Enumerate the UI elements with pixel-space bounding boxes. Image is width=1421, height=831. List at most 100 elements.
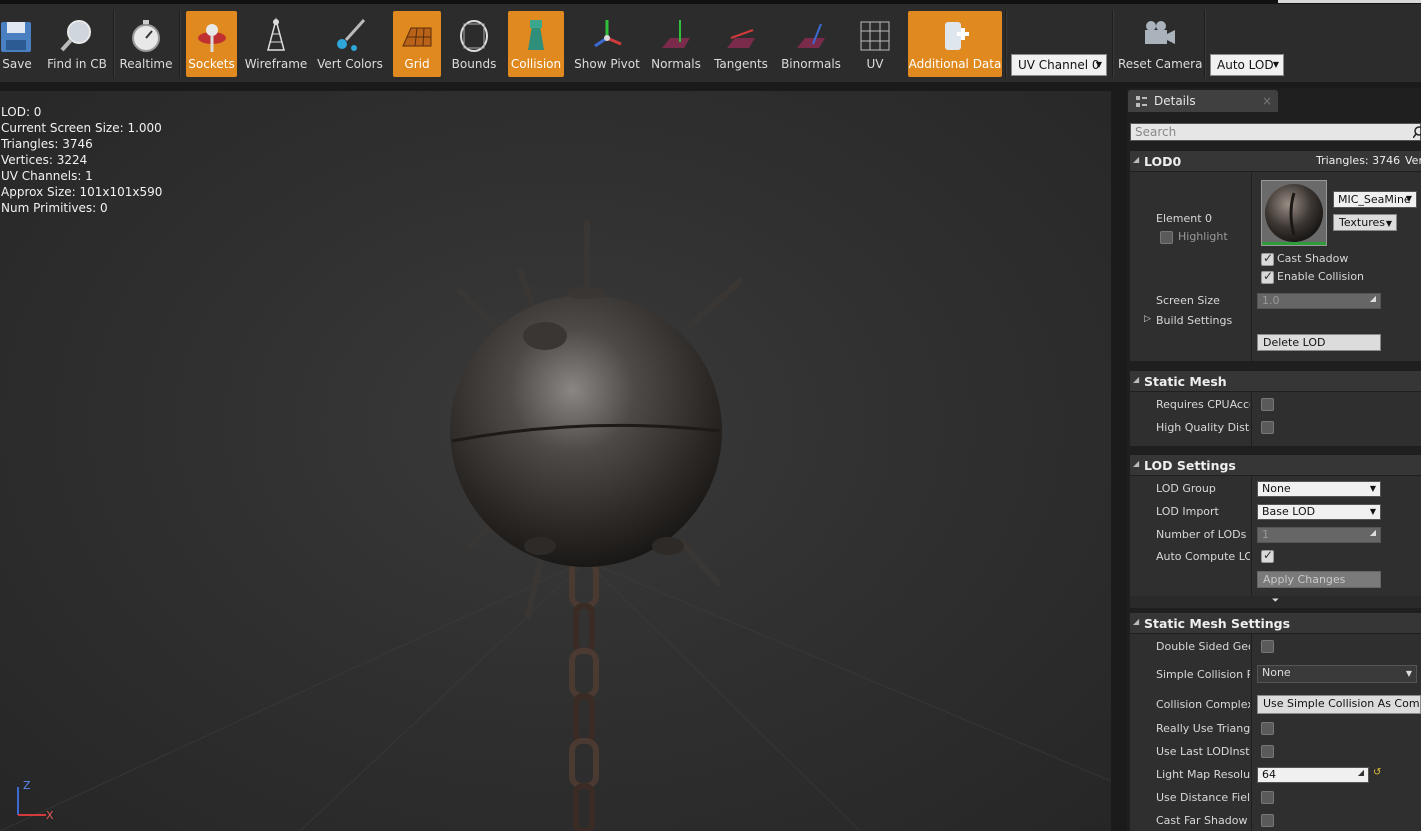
uv-grid-icon [860,21,890,51]
vert-colors-button[interactable]: Vert Colors [316,11,384,77]
axis-x-label: X [46,809,54,822]
screen-size-field[interactable]: 1.0 ◢ [1257,293,1381,309]
textures-dropdown[interactable]: Textures ▼ [1333,214,1397,231]
uv-channel-dropdown[interactable]: UV Channel 0 ▼ [1011,54,1107,76]
number-of-lods-field[interactable]: 1 ◢ [1257,527,1381,543]
use-last-lod-checkbox[interactable] [1261,745,1274,758]
use-last-lod-label: Use Last LODInsteа [1156,745,1250,758]
use-distance-field-checkbox[interactable] [1261,791,1274,804]
stat-lod: LOD: 0 [1,105,42,119]
material-thumbnail[interactable] [1261,180,1327,246]
stat-vertices: Vertices: 3224 [1,153,88,167]
details-panel: Details × Search ◢ LOD0 Triangles: 3746 … [1127,88,1421,831]
stat-triangles: Triangles: 3746 [1,137,93,151]
sockets-button[interactable]: Sockets [186,11,237,77]
uv-button[interactable]: UV [852,11,898,77]
mesh-viewport[interactable]: LOD: 0 Current Screen Size: 1.000 Triang… [0,91,1118,831]
high-quality-distance-checkbox[interactable] [1261,421,1274,434]
material-dropdown[interactable]: MIC_SeaMine ▼ [1333,191,1417,208]
collision-complexity-dropdown[interactable]: Use Simple Collision As Comple [1257,695,1421,714]
apply-changes-button[interactable]: Apply Changes [1257,571,1381,588]
lod-settings-body: LOD Group None ▼ LOD Import Base LOD ▼ N… [1130,476,1421,608]
section-static-mesh-settings[interactable]: ◢ Static Mesh Settings [1130,613,1421,633]
tab-details[interactable]: Details × [1128,90,1278,112]
double-sided-geometry-label: Double Sided Geom [1156,640,1250,653]
wireframe-button[interactable]: Wireframe [244,11,308,77]
collision-button[interactable]: Collision [508,11,564,77]
search-placeholder: Search [1135,125,1177,139]
lod-group-value: None [1262,482,1291,495]
screen-size-value: 1.0 [1262,294,1280,307]
chevron-down-icon: ▼ [1369,484,1376,493]
normals-icon [662,20,690,48]
section-static-mesh[interactable]: ◢ Static Mesh [1130,371,1421,391]
reset-camera-label: Reset Camera [1118,57,1203,71]
lod-import-value: Base LOD [1262,505,1316,518]
number-of-lods-value: 1 [1262,528,1269,541]
axis-gizmo-icon: Z X [17,779,54,822]
lod-group-dropdown[interactable]: None ▼ [1257,481,1381,497]
binormals-icon [797,23,825,48]
show-pivot-label: Show Pivot [574,57,640,71]
lod0-title: LOD0 [1144,154,1182,169]
light-map-resolution-field[interactable]: 64 ◢ [1257,767,1369,783]
find-in-cb-button[interactable]: Find in CB [44,11,110,77]
really-use-triangles-checkbox[interactable] [1261,722,1274,735]
reset-to-default-icon[interactable]: ↺ [1373,767,1381,778]
additional-data-label: Additional Data [908,57,1002,71]
top-strip-light [1278,0,1421,3]
additional-data-button[interactable]: Additional Data [908,11,1002,77]
lod-import-dropdown[interactable]: Base LOD ▼ [1257,504,1381,520]
normals-button[interactable]: Normals [650,11,702,77]
highlight-label: Highlight [1178,230,1228,243]
simple-collision-physics-dropdown[interactable]: None ▼ [1257,665,1417,683]
show-pivot-button[interactable]: Show Pivot [572,11,642,77]
collision-label: Collision [510,57,562,71]
cast-far-shadow-label: Cast Far Shadow [1156,814,1248,827]
collision-complexity-value: Use Simple Collision As Comple [1263,697,1421,710]
tangents-button[interactable]: Tangents [711,11,771,77]
search-input[interactable]: Search [1130,123,1421,141]
expand-triangle-icon[interactable]: ▷ [1144,314,1151,324]
chevron-down-icon: ▼ [1385,219,1392,228]
auto-lod-dropdown[interactable]: Auto LOD ▼ [1210,54,1284,76]
material-type-bar [1262,242,1326,245]
sea-mine-cap [566,287,606,299]
highlight-checkbox[interactable] [1160,231,1173,244]
binormals-label: Binormals [781,57,841,71]
viewport-divider[interactable] [1111,91,1119,831]
delete-lod-button[interactable]: Delete LOD [1257,334,1381,351]
build-settings-label[interactable]: Build Settings [1156,314,1232,327]
collapse-triangle-icon: ◢ [1133,617,1140,626]
double-sided-geometry-checkbox[interactable] [1261,640,1274,653]
save-button[interactable]: Save [0,11,34,77]
use-distance-field-label: Use Distance Field [1156,791,1250,804]
axis-z-label: Z [23,779,31,792]
simple-collision-physics-label: Simple Collision Ph [1156,668,1250,681]
requires-cpu-access-checkbox[interactable] [1261,398,1274,411]
cast-shadow-checkbox[interactable] [1261,251,1274,266]
chevron-down-icon: ▼ [1272,60,1279,69]
realtime-label: Realtime [119,57,173,71]
reset-camera-button[interactable]: Reset Camera [1118,11,1203,77]
grid-button[interactable]: Grid [393,11,441,77]
bounds-button[interactable]: Bounds [449,11,499,77]
paintbrush-icon [337,18,366,51]
realtime-button[interactable]: Realtime [118,11,174,77]
magnifier-icon [60,20,91,52]
static-mesh-settings-body: Double Sided Geom Simple Collision Ph No… [1130,634,1421,831]
cast-far-shadow-checkbox[interactable] [1261,814,1274,827]
close-icon[interactable]: × [1262,94,1272,108]
collision-complexity-label: Collision Complexit [1156,698,1250,711]
binormals-button[interactable]: Binormals [780,11,842,77]
stat-num-primitives: Num Primitives: 0 [1,201,108,215]
enable-collision-checkbox[interactable] [1261,269,1274,284]
grid-icon [402,27,432,47]
auto-compute-lod-checkbox[interactable] [1261,548,1274,563]
bounds-icon [460,20,488,52]
section-lod0[interactable]: ◢ LOD0 Triangles: 3746 Ver [1130,151,1421,171]
chevron-down-icon: ▼ [1369,507,1376,516]
section-lod-settings[interactable]: ◢ LOD Settings [1130,455,1421,475]
advanced-expand-arrow-icon[interactable]: ⏷ [1130,596,1421,608]
vert-colors-label: Vert Colors [317,57,383,71]
